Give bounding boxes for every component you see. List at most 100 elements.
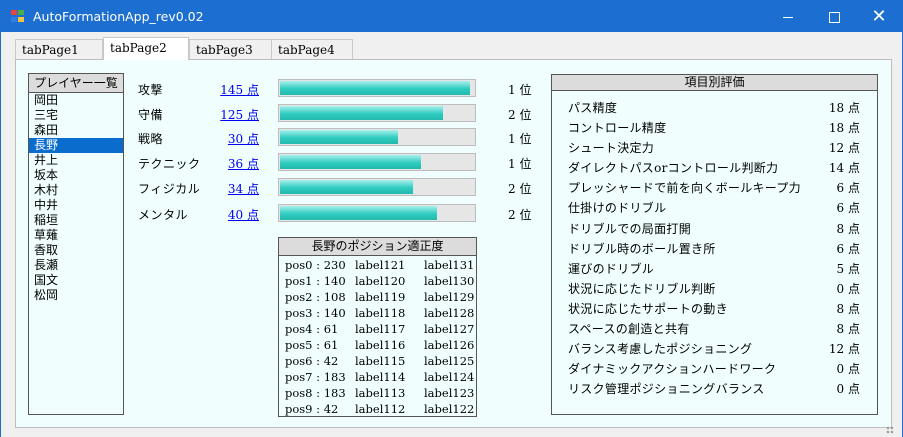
status-area xyxy=(1,426,902,437)
stat-name: 攻撃 xyxy=(138,83,164,97)
stat-progress-bar xyxy=(278,178,476,196)
tab-page1[interactable]: tabPage1 xyxy=(15,39,103,60)
close-button[interactable]: ✕ xyxy=(856,1,902,32)
stat-name: メンタル xyxy=(138,208,189,222)
tab-page3[interactable]: tabPage3 xyxy=(189,39,273,60)
position-score: pos3 : 140 xyxy=(285,306,346,320)
app-window: AutoFormationApp_rev0.02 ✕ tabPage1 tabP… xyxy=(0,0,903,437)
evaluation-item-name: スペースの創造と共有 xyxy=(568,322,690,337)
position-label-b: label130 xyxy=(424,274,475,288)
stat-score-link[interactable]: 40 点 xyxy=(198,206,259,223)
stat-row: 守備 125 点 2 位 xyxy=(138,104,543,124)
evaluation-item-point: 5 点 xyxy=(836,261,860,276)
position-label-a: label120 xyxy=(355,274,406,288)
stat-rank: 1 位 xyxy=(508,83,532,97)
evaluation-item-point: 14 点 xyxy=(828,161,860,176)
minimize-button[interactable] xyxy=(765,1,811,32)
evaluation-item-point: 0 点 xyxy=(836,362,860,377)
player-list-item[interactable]: 国文 xyxy=(29,273,123,288)
window-title: AutoFormationApp_rev0.02 xyxy=(33,9,204,24)
evaluation-item-name: ドリブルでの局面打開 xyxy=(568,221,692,236)
evaluation-item-point: 8 点 xyxy=(836,221,860,236)
stat-score-link[interactable]: 125 点 xyxy=(198,106,259,123)
evaluation-item-point: 6 点 xyxy=(836,201,860,216)
position-label-b: label127 xyxy=(424,322,475,336)
position-score: pos0 : 230 xyxy=(285,258,346,272)
evaluation-item-name: バランス考慮したポジショニング xyxy=(568,342,753,357)
stat-row: フィジカル 34 点 2 位 xyxy=(138,178,543,198)
position-label-a: label117 xyxy=(355,322,406,336)
position-row: pos7 : 183 label114 label124 xyxy=(279,369,476,385)
player-listbox[interactable]: 岡田 三宅 森田 長野 井上 坂本 木村 中井 稲垣 草薙 香取 長瀬 国文 松岡 xyxy=(29,93,123,303)
position-row: pos9 : 42 label112 label122 xyxy=(279,401,476,417)
player-list-item[interactable]: 坂本 xyxy=(29,168,123,183)
stat-score-link[interactable]: 36 点 xyxy=(198,155,259,172)
evaluation-row: ドリブル時のボール置き所 6 点 xyxy=(552,237,877,257)
resize-grip[interactable] xyxy=(886,426,894,434)
position-label-a: label113 xyxy=(355,386,406,400)
evaluation-item-point: 18 点 xyxy=(828,121,860,136)
position-row: pos3 : 140 label118 label128 xyxy=(279,305,476,321)
player-list-item[interactable]: 岡田 xyxy=(29,93,123,108)
position-row: pos0 : 230 label121 label131 xyxy=(279,257,476,273)
stat-row: テクニック 36 点 1 位 xyxy=(138,153,543,173)
evaluation-item-name: 運びのドリブル xyxy=(568,261,655,276)
player-list-item[interactable]: 中井 xyxy=(29,198,123,213)
position-suitability-panel: 長野のポジション適正度 pos0 : 230 label121 label131 po… xyxy=(278,237,477,417)
player-list-item[interactable]: 三宅 xyxy=(29,108,123,123)
player-list-item[interactable]: 長野 xyxy=(29,138,123,153)
evaluation-item-name: ダイナミックアクションハードワーク xyxy=(568,362,777,377)
stat-progress-fill xyxy=(280,155,422,169)
position-label-b: label125 xyxy=(424,354,475,368)
player-list-item[interactable]: 松岡 xyxy=(29,288,123,303)
player-list-item[interactable]: 井上 xyxy=(29,153,123,168)
evaluation-row: バランス考慮したポジショニング 12 点 xyxy=(552,337,877,357)
maximize-button[interactable] xyxy=(811,1,857,32)
evaluation-item-name: 状況に応じたドリブル判断 xyxy=(568,281,716,296)
evaluation-item-name: ドリブル時のボール置き所 xyxy=(568,241,716,256)
position-suitability-title: 長野のポジション適正度 xyxy=(279,238,476,256)
position-label-b: label131 xyxy=(424,258,475,272)
tab-page4[interactable]: tabPage4 xyxy=(271,39,353,60)
player-list-item[interactable]: 稲垣 xyxy=(29,213,123,228)
stat-rank: 2 位 xyxy=(508,182,532,196)
tab-page2[interactable]: tabPage2 xyxy=(103,37,189,60)
player-list-item[interactable]: 木村 xyxy=(29,183,123,198)
position-score: pos9 : 42 xyxy=(285,402,339,416)
item-evaluation-title: 項目別評価 xyxy=(552,75,877,91)
player-list-item[interactable]: 森田 xyxy=(29,123,123,138)
player-list-item[interactable]: 草薙 xyxy=(29,228,123,243)
stat-row: 戦略 30 点 1 位 xyxy=(138,128,543,148)
evaluation-row: リスク管理ポジショニングバランス 0 点 xyxy=(552,377,877,397)
evaluation-item-name: シュート決定力 xyxy=(568,141,655,156)
stat-rank: 2 位 xyxy=(508,208,532,222)
position-score: pos8 : 183 xyxy=(285,386,346,400)
player-list-title: プレイヤー一覧 xyxy=(29,74,123,93)
evaluation-row: ドリブルでの局面打開 8 点 xyxy=(552,217,877,237)
evaluation-item-point: 8 点 xyxy=(836,301,860,316)
stat-progress-bar xyxy=(278,104,476,122)
evaluation-row: 仕掛けのドリブル 6 点 xyxy=(552,196,877,216)
stat-score-link[interactable]: 30 点 xyxy=(198,130,259,147)
stat-progress-fill xyxy=(280,130,398,144)
position-score: pos1 : 140 xyxy=(285,274,346,288)
stat-name: 戦略 xyxy=(138,132,164,146)
evaluation-row: 状況に応じたサポートの動き 8 点 xyxy=(552,297,877,317)
stat-progress-bar xyxy=(278,204,476,222)
stat-score-link[interactable]: 34 点 xyxy=(198,180,259,197)
player-list-item[interactable]: 香取 xyxy=(29,243,123,258)
position-label-a: label115 xyxy=(355,354,406,368)
evaluation-row: ダイレクトパスorコントロール判断力 14 点 xyxy=(552,156,877,176)
evaluation-item-point: 8 点 xyxy=(836,322,860,337)
player-list-item[interactable]: 長瀬 xyxy=(29,258,123,273)
position-label-a: label118 xyxy=(355,306,406,320)
evaluation-row: 運びのドリブル 5 点 xyxy=(552,257,877,277)
stat-progress-fill xyxy=(280,180,414,194)
position-score: pos6 : 42 xyxy=(285,354,339,368)
position-label-a: label119 xyxy=(355,290,406,304)
stat-score-link[interactable]: 145 点 xyxy=(198,81,259,98)
position-score: pos7 : 183 xyxy=(285,370,346,384)
evaluation-item-name: プレッシャードで前を向くボールキープ力 xyxy=(568,181,801,196)
evaluation-row: コントロール精度 18 点 xyxy=(552,116,877,136)
title-bar[interactable]: AutoFormationApp_rev0.02 ✕ xyxy=(1,1,902,32)
